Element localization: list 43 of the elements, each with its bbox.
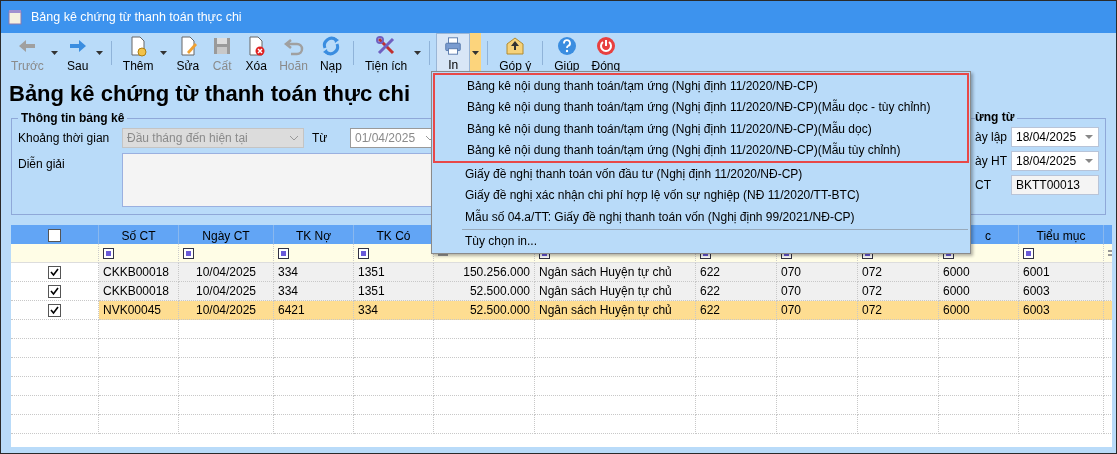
table-cell: 6000 (939, 282, 1019, 301)
table-cell: 10/04/2025 (179, 263, 274, 282)
field-label: Diễn giải (18, 155, 66, 171)
table-cell: 1351 (354, 282, 434, 301)
table-cell: 6001 (1019, 263, 1104, 282)
field-label: Từ (312, 131, 329, 145)
table-cell: 622 (696, 263, 777, 282)
table-cell: 1351 (354, 263, 434, 282)
table-cell: 072 (858, 263, 939, 282)
table-cell: 622 (696, 282, 777, 301)
table-cell: NVK00045 (99, 301, 179, 320)
table-cell: 10/04/2025 (179, 301, 274, 320)
table-cell: 150.256.000 (434, 263, 535, 282)
table-cell: 072 (858, 301, 939, 320)
table-cell: 52.500.000 (434, 282, 535, 301)
table-cell: 072 (858, 282, 939, 301)
field-label: Khoảng thời gian (18, 131, 111, 145)
table-cell: 10/04/2025 (179, 282, 274, 301)
table-cell: 070 (777, 301, 858, 320)
window-title: Bảng kê chứng từ thanh toán thực chi (31, 10, 242, 24)
table-cell: CKKB00018 (99, 263, 179, 282)
table-cell: 070 (777, 263, 858, 282)
field-label: ày HT (975, 154, 1008, 168)
table-cell: 6003 (1019, 301, 1104, 320)
table-cell: Ngân sách Huyện tự chủ (535, 301, 696, 320)
table-cell: 52.500.000 (434, 301, 535, 320)
field-label: ày lập (975, 130, 1009, 144)
table-cell: 6421 (274, 301, 354, 320)
table-cell: 6000 (939, 263, 1019, 282)
table-cell: 334 (274, 263, 354, 282)
group-title: Thông tin bảng kê (20, 111, 126, 125)
table-cell: 622 (696, 301, 777, 320)
table-cell: 070 (777, 282, 858, 301)
table-cell: 6003 (1019, 282, 1104, 301)
table-cell: CKKB00018 (99, 282, 179, 301)
table-cell: 334 (274, 282, 354, 301)
group-title: ừng từ (975, 110, 1018, 124)
table-cell: Ngân sách Huyện tự chủ (535, 263, 696, 282)
table-cell: Ngân sách Huyện tự chủ (535, 282, 696, 301)
page-title: Bảng kê chứng từ thanh toán thực chi (8, 80, 412, 108)
table-cell: 6000 (939, 301, 1019, 320)
field-label: CT (975, 178, 992, 192)
table-cell: 334 (354, 301, 434, 320)
